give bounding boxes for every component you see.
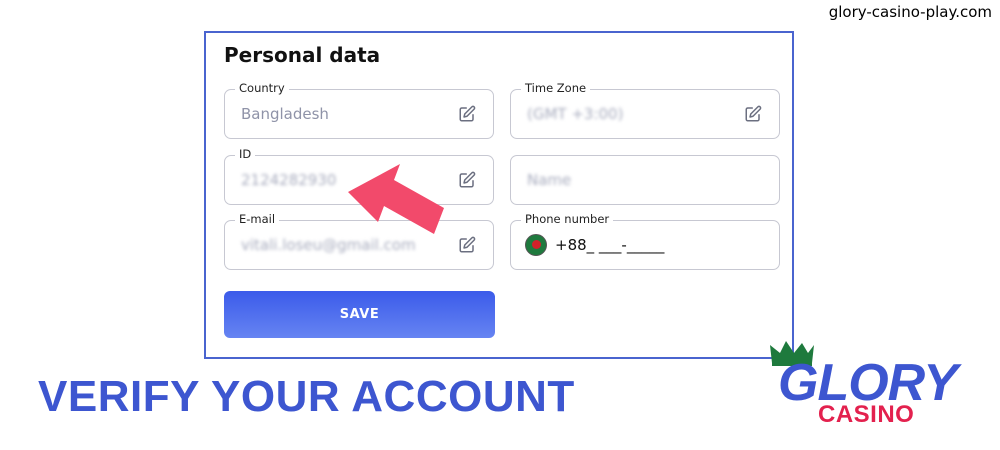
phone-value: +88_ ___-_____ xyxy=(555,236,665,254)
save-button[interactable]: SAVE xyxy=(224,291,495,338)
panel-title: Personal data xyxy=(224,43,381,67)
edit-icon[interactable] xyxy=(458,105,476,123)
name-placeholder: Name xyxy=(527,171,572,189)
edit-icon[interactable] xyxy=(458,236,476,254)
personal-data-panel: Personal data Country Bangladesh Time Zo… xyxy=(204,31,794,359)
site-watermark: glory-casino-play.com xyxy=(828,3,992,21)
edit-icon[interactable] xyxy=(744,105,762,123)
timezone-value: (GMT +3:00) xyxy=(527,105,624,123)
glory-casino-logo: GLORY CASINO xyxy=(764,335,978,435)
id-label: ID xyxy=(235,147,256,161)
bangladesh-flag-icon[interactable] xyxy=(525,234,547,256)
timezone-field[interactable]: Time Zone (GMT +3:00) xyxy=(510,81,780,139)
country-field[interactable]: Country Bangladesh xyxy=(224,81,494,139)
logo-casino-text: CASINO xyxy=(818,401,915,428)
edit-icon[interactable] xyxy=(458,171,476,189)
country-label: Country xyxy=(235,81,289,95)
timezone-label: Time Zone xyxy=(521,81,591,95)
country-value: Bangladesh xyxy=(241,105,329,123)
phone-field[interactable]: Phone number +88_ ___-_____ xyxy=(510,212,780,270)
headline: VERIFY YOUR ACCOUNT xyxy=(38,372,575,421)
name-field[interactable]: Name xyxy=(510,155,780,205)
pointer-arrow-icon xyxy=(348,164,444,234)
email-label: E-mail xyxy=(235,212,280,226)
phone-label: Phone number xyxy=(521,212,614,226)
id-value: 2124282930 xyxy=(241,171,337,189)
